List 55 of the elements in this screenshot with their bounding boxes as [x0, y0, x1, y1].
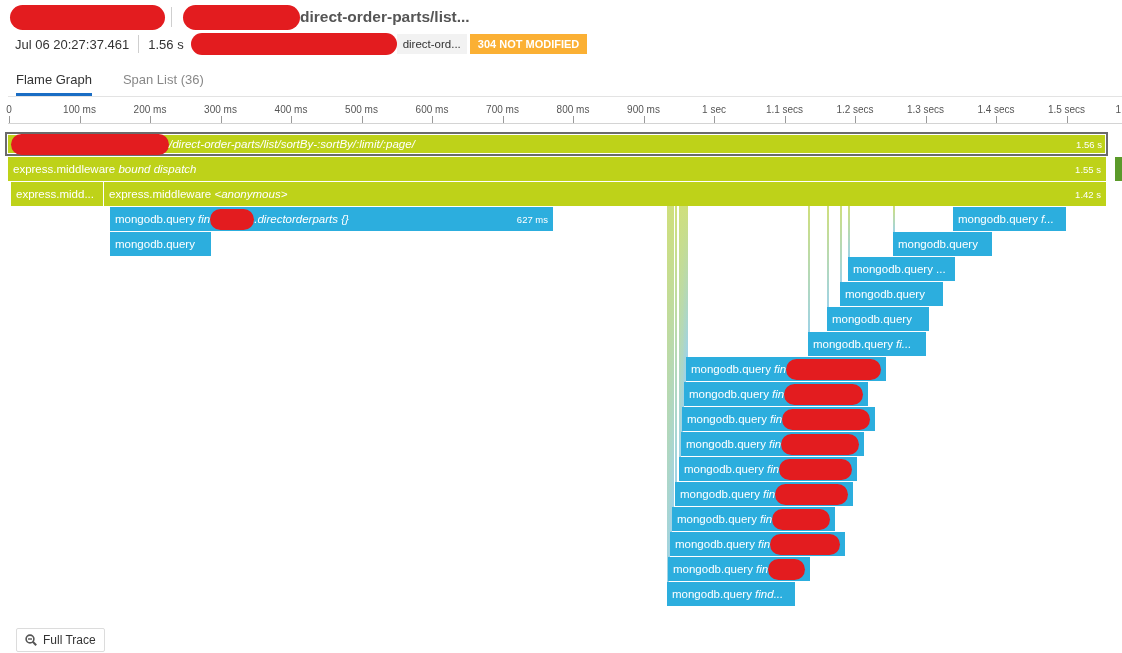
resource-tag: direct-ord...	[396, 34, 467, 54]
span-bar[interactable]: mongodb.query fin	[684, 382, 868, 406]
span-bar[interactable]: express.midd...	[11, 182, 103, 206]
redaction-mark	[210, 208, 255, 230]
span-bar[interactable]: mongodb.query	[110, 232, 211, 256]
tick-label: 1.2 secs	[836, 104, 874, 116]
span-bar[interactable]: mongodb.query	[893, 232, 992, 256]
tick-label: 1	[1115, 104, 1121, 116]
span-bar[interactable]: express.middleware <anonymous> 1.42 s	[104, 182, 1106, 206]
tab[interactable]: Span List (36)	[122, 66, 204, 96]
connector-line	[848, 206, 850, 257]
span-bar[interactable]: mongodb.query fin	[681, 432, 864, 456]
tick-label: 400 ms	[274, 104, 308, 116]
tick-label: 500 ms	[345, 104, 378, 116]
tick-label: 0	[6, 104, 12, 116]
span-bar[interactable]: mongodb.query f...	[953, 207, 1066, 231]
tick-label: 700 ms	[486, 104, 519, 116]
timestamp: Jul 06 20:27:37.461	[15, 36, 130, 52]
span-bar[interactable]: mongodb.query fin	[686, 357, 886, 381]
tick-label: 200 ms	[133, 104, 167, 116]
span-bar[interactable]: mongodb.query fin	[675, 482, 853, 506]
span-bar[interactable]: mongodb.query find...	[667, 582, 795, 606]
tick-label: 1.1 secs	[765, 104, 804, 116]
tick-label: 900 ms	[627, 104, 660, 116]
trace-title: direct-order-parts/list...	[300, 8, 470, 26]
span-bar[interactable]	[1115, 157, 1122, 181]
span-bar[interactable]: mongodb.query fin	[672, 507, 835, 531]
tick-label: 1.4 secs	[977, 104, 1015, 116]
tick-label: 1.3 secs	[906, 104, 945, 116]
span-bar[interactable]: mongodb.query	[827, 307, 929, 331]
zoom-out-icon	[25, 634, 37, 646]
trace-duration: 1.56 s	[148, 36, 184, 52]
redaction-mark	[772, 508, 830, 530]
span-bar[interactable]: mongodb.query fin	[682, 407, 875, 431]
span-bar[interactable]: mongodb.query	[840, 282, 943, 306]
tab[interactable]: Flame Graph	[16, 66, 92, 96]
connector-line	[893, 206, 895, 232]
tick-label: 600 ms	[415, 104, 449, 116]
tick-label: 1.5 secs	[1047, 104, 1086, 116]
full-trace-button[interactable]: Full Trace	[16, 628, 105, 652]
span-bar[interactable]: /direct-order-parts/list/sortBy-:sortBy/:limit/:page/ 1.56 s	[5, 132, 1108, 156]
span-bar[interactable]: mongodb.query fi...	[808, 332, 926, 356]
tick-label: 100 ms	[63, 104, 96, 116]
status-badge: 304 NOT MODIFIED	[469, 34, 588, 54]
span-bar[interactable]: mongodb.query fin .directorderparts {} 627 ms	[110, 207, 553, 231]
span-bar[interactable]: mongodb.query fin	[679, 457, 857, 481]
span-bar[interactable]: mongodb.query fin	[670, 532, 845, 556]
redaction-mark	[768, 558, 805, 580]
span-bar[interactable]: express.middleware bound dispatch 1.55 s	[8, 157, 1106, 181]
span-bar[interactable]: mongodb.query fin	[668, 557, 810, 581]
tick-label: 800 ms	[556, 104, 590, 116]
tick-label: 1 sec	[702, 104, 726, 116]
span-bar[interactable]: mongodb.query ...	[848, 257, 955, 281]
tick-label: 300 ms	[204, 104, 237, 116]
redaction-mark	[770, 533, 840, 555]
